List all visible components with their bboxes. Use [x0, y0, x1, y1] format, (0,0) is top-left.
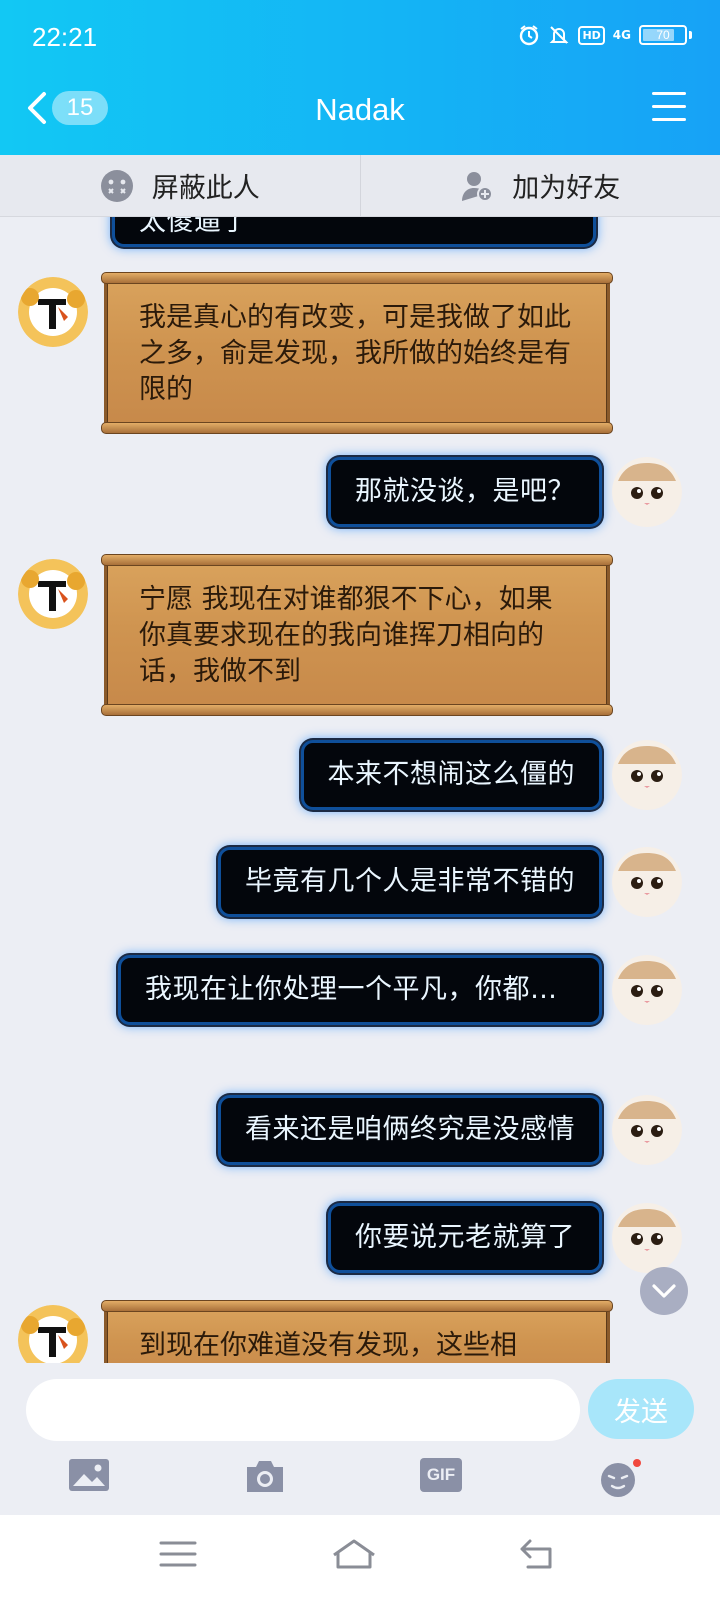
add-friend-label: 加为好友: [512, 173, 621, 204]
message-bubble[interactable]: 那就没谈，是吧？: [328, 457, 602, 527]
gif-button[interactable]: GIF: [420, 1458, 464, 1498]
message-text: 看来还是咱俩终究是没感情: [245, 1114, 575, 1145]
status-time: 22:21: [32, 22, 98, 52]
message-text: 本来不想闹这么僵的: [327, 759, 575, 790]
status-icons: HD 4G 70: [518, 24, 692, 46]
system-nav-bar: [0, 1515, 720, 1600]
recent-apps-button[interactable]: [158, 1537, 202, 1577]
alarm-icon: [518, 24, 540, 46]
back-button[interactable]: 15: [24, 88, 108, 128]
message-sent: 毕竟有几个人是非常不错的: [0, 847, 720, 927]
back-nav-button[interactable]: [518, 1537, 562, 1577]
user-avatar-image: [612, 1095, 682, 1165]
message-received: 我是真心的有改变，可是我做了如此之多，俞是发现，我所做的始终是有限的: [0, 272, 720, 434]
message-text: 你要说元老就算了: [355, 1222, 575, 1253]
user-avatar[interactable]: [612, 1203, 682, 1273]
user-avatar[interactable]: [612, 1095, 682, 1165]
unread-count-badge: 15: [52, 91, 108, 125]
add-friend-button[interactable]: 加为好友: [359, 155, 720, 216]
message-bubble[interactable]: 我是真心的有改变，可是我做了如此之多，俞是发现，我所做的始终是有限的: [101, 272, 613, 434]
contact-avatar[interactable]: [18, 1305, 88, 1363]
message-received: 到现在你难道没有发现，这些相: [0, 1300, 720, 1363]
camera-icon: [247, 1461, 283, 1492]
block-user-button[interactable]: 屏蔽此人: [0, 155, 360, 216]
contact-avatar-image: [18, 1305, 88, 1363]
user-avatar-image: [612, 1203, 682, 1273]
message-sent: 我现在让你处理一个平凡，你都…: [0, 955, 720, 1065]
image-icon: [69, 1459, 109, 1491]
message-bubble[interactable]: 看来还是咱俩终究是没感情: [218, 1095, 602, 1165]
user-avatar-image: [612, 740, 682, 810]
battery-icon: 70: [639, 25, 687, 45]
message-text: 到现在你难道没有发现，这些相: [139, 1330, 517, 1361]
menu-icon: [159, 1541, 197, 1567]
hd-icon: HD: [578, 25, 605, 45]
message-bubble[interactable]: 宁愿 我现在对谁都狠不下心，如果你真要求现在的我向谁挥刀相向的话，我做不到: [101, 554, 613, 716]
image-picker-button[interactable]: [68, 1458, 112, 1498]
message-received: 太傻逼了: [0, 217, 720, 249]
message-text: 我现在让你处理一个平凡，你都…: [145, 974, 558, 1005]
add-user-icon: [462, 171, 494, 202]
user-avatar[interactable]: [612, 457, 682, 527]
message-sent: 本来不想闹这么僵的: [0, 740, 720, 820]
page-title: Nadak: [315, 92, 405, 127]
composer: 发送 GIF: [0, 1363, 720, 1515]
chat-message-list[interactable]: 太傻逼了 我是真心的有改变，可是我做了如此之多，俞是发现，我所做的始终是有限的 …: [0, 217, 720, 1363]
send-button[interactable]: 发送: [588, 1379, 694, 1439]
block-face-icon: [100, 169, 133, 202]
user-avatar-image: [612, 955, 682, 1025]
message-bubble[interactable]: 毕竟有几个人是非常不错的: [218, 847, 602, 917]
message-bubble[interactable]: 太傻逼了: [112, 217, 596, 247]
chat-header: 22:21 HD 4G 70 15 Nadak: [0, 0, 720, 155]
emoji-button[interactable]: [598, 1458, 642, 1498]
gif-icon: GIF: [420, 1458, 462, 1492]
user-avatar[interactable]: [612, 740, 682, 810]
mute-icon: [548, 24, 570, 46]
message-text: 毕竟有几个人是非常不错的: [245, 866, 575, 897]
stranger-action-bar: 屏蔽此人 加为好友: [0, 155, 720, 217]
chevron-down-icon: [652, 1284, 676, 1298]
message-sent: 看来还是咱俩终究是没感情: [0, 1095, 720, 1175]
contact-avatar[interactable]: [18, 559, 88, 629]
message-text: 我是真心的有改变，可是我做了如此之多，俞是发现，我所做的始终是有限的: [139, 302, 571, 405]
camera-button[interactable]: [244, 1458, 288, 1498]
battery-tip: [689, 31, 692, 39]
user-avatar-image: [612, 847, 682, 917]
message-bubble[interactable]: 我现在让你处理一个平凡，你都…: [118, 955, 602, 1025]
back-icon: [520, 1539, 552, 1569]
message-bubble[interactable]: 你要说元老就算了: [328, 1203, 602, 1273]
message-text: 那就没谈，是吧？: [355, 476, 575, 507]
block-user-label: 屏蔽此人: [151, 173, 260, 204]
user-avatar[interactable]: [612, 847, 682, 917]
home-button[interactable]: [330, 1537, 375, 1577]
message-bubble[interactable]: 到现在你难道没有发现，这些相: [101, 1300, 613, 1363]
message-text: 太傻逼了: [139, 217, 249, 237]
contact-avatar-image: [18, 277, 88, 347]
message-input[interactable]: [26, 1379, 580, 1441]
user-avatar[interactable]: [612, 955, 682, 1025]
menu-button[interactable]: [652, 92, 686, 124]
message-sent: 你要说元老就算了: [0, 1203, 720, 1283]
chevron-left-icon: [28, 92, 46, 124]
user-avatar-image: [612, 457, 682, 527]
message-sent: 那就没谈，是吧？: [0, 457, 720, 537]
emoji-icon: [601, 1459, 641, 1497]
battery-level: 70: [656, 28, 670, 42]
scroll-to-bottom-button[interactable]: [640, 1267, 688, 1315]
message-received: 宁愿 我现在对谁都狠不下心，如果你真要求现在的我向谁挥刀相向的话，我做不到: [0, 554, 720, 716]
message-text: 宁愿 我现在对谁都狠不下心，如果你真要求现在的我向谁挥刀相向的话，我做不到: [139, 584, 553, 687]
message-bubble[interactable]: 本来不想闹这么僵的: [300, 740, 602, 810]
composer-toolbar: GIF: [0, 1458, 720, 1508]
contact-avatar-image: [18, 559, 88, 629]
home-icon: [333, 1539, 375, 1569]
signal-4g-icon: 4G: [612, 27, 631, 42]
contact-avatar[interactable]: [18, 277, 88, 347]
